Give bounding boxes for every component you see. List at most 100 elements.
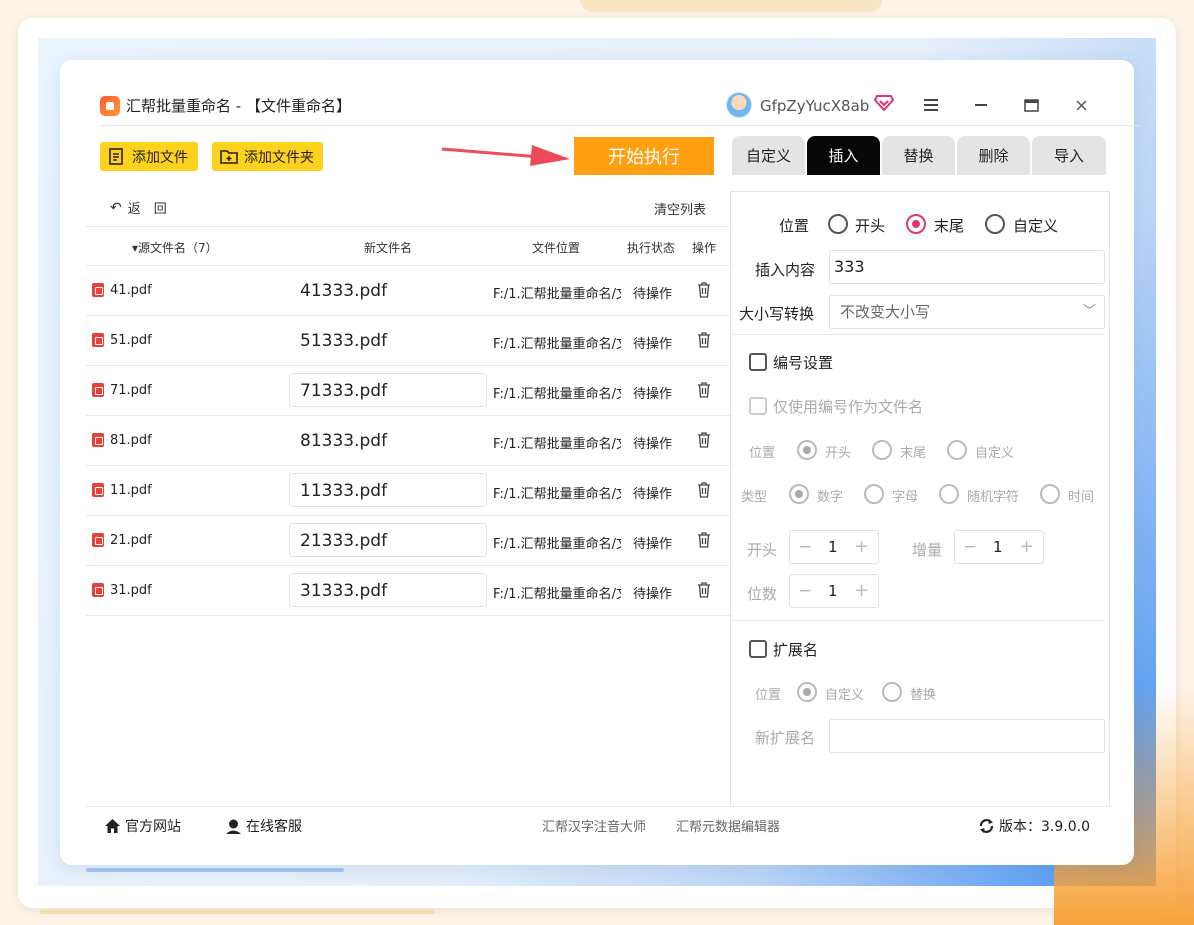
trash-icon[interactable] (696, 531, 712, 549)
add-file-button[interactable]: 添加文件 (100, 142, 198, 171)
step-value: 1 (993, 538, 1003, 556)
only-number-checkbox[interactable] (749, 397, 767, 415)
trash-icon[interactable] (696, 281, 712, 299)
ext-position-replace-radio[interactable] (882, 682, 902, 702)
table-row[interactable]: 41.pdf 41333.pdf F:/1.汇帮批量重命名/文件 待操作 (86, 266, 730, 316)
plus-icon[interactable]: + (854, 536, 869, 557)
avatar[interactable] (726, 92, 752, 118)
table-row[interactable]: 81.pdf 81333.pdf F:/1.汇帮批量重命名/文件 待操作 (86, 416, 730, 466)
close-icon[interactable] (1070, 94, 1092, 116)
app-logo-icon (100, 96, 120, 116)
tab-replace[interactable]: 替换 (882, 136, 955, 175)
type-time-label[interactable]: 时间 (1068, 486, 1094, 505)
start-stepper[interactable]: − 1 + (789, 530, 879, 564)
case-select-value: 不改变大小写 (840, 303, 931, 321)
type-time-radio[interactable] (1040, 484, 1060, 504)
table-row[interactable]: 21.pdf 21333.pdf F:/1.汇帮批量重命名/文件 待操作 (86, 516, 730, 566)
plus-icon[interactable]: + (854, 580, 869, 601)
new-filename[interactable]: 11333.pdf (289, 473, 487, 507)
minimize-icon[interactable] (970, 94, 992, 116)
clear-list-button[interactable]: 清空列表 (654, 199, 706, 218)
case-select[interactable]: 不改变大小写 ﹀ (829, 295, 1105, 329)
num-position-end-radio[interactable] (872, 440, 892, 460)
pdf-icon (92, 333, 104, 347)
minus-icon[interactable]: − (798, 581, 812, 601)
digits-stepper[interactable]: − 1 + (789, 574, 879, 608)
num-position-start-label[interactable]: 开头 (825, 442, 851, 461)
new-filename[interactable]: 71333.pdf (289, 373, 487, 407)
ext-position-custom-label[interactable]: 自定义 (825, 684, 864, 703)
table-row[interactable]: 31.pdf 31333.pdf F:/1.汇帮批量重命名/文件 待操作 (86, 566, 730, 616)
status-text: 待操作 (633, 437, 673, 452)
type-random-radio[interactable] (939, 484, 959, 504)
status-text: 待操作 (633, 487, 673, 502)
minus-icon[interactable]: − (963, 537, 977, 557)
table-row[interactable]: 51.pdf 51333.pdf F:/1.汇帮批量重命名/文件 待操作 (86, 316, 730, 366)
type-random-label[interactable]: 随机字符 (967, 486, 1019, 505)
back-label: 返 回 (127, 202, 167, 217)
step-stepper[interactable]: − 1 + (954, 530, 1044, 564)
trash-icon[interactable] (696, 481, 712, 499)
pinyin-tool-link[interactable]: 汇帮汉字注音大师 (542, 816, 646, 835)
trash-icon[interactable] (696, 331, 712, 349)
header-source[interactable]: ▾源文件名（7） (132, 239, 218, 256)
num-position-start-radio[interactable] (797, 440, 817, 460)
version-info[interactable]: 版本：3.9.0.0 (978, 816, 1090, 836)
position-end-radio[interactable] (906, 214, 926, 234)
table-row[interactable]: 11.pdf 11333.pdf F:/1.汇帮批量重命名/文件 待操作 (86, 466, 730, 516)
extension-checkbox[interactable] (749, 640, 767, 658)
new-filename[interactable]: 21333.pdf (289, 523, 487, 557)
new-filename[interactable]: 41333.pdf (289, 273, 487, 307)
minus-icon[interactable]: − (798, 537, 812, 557)
trash-icon[interactable] (696, 581, 712, 599)
insert-settings-panel: 位置 开头 末尾 自定义 插入内容 333 大小写转换 不改变大小写 ﹀ 编号设… (730, 191, 1110, 807)
type-letter-label[interactable]: 字母 (892, 486, 918, 505)
position-custom-radio[interactable] (985, 214, 1005, 234)
num-position-custom-label[interactable]: 自定义 (975, 442, 1014, 461)
menu-icon[interactable] (920, 94, 942, 116)
vip-diamond-icon[interactable] (874, 94, 894, 112)
back-button[interactable]: ↶ 返 回 (110, 198, 167, 218)
table-row[interactable]: 71.pdf 71333.pdf F:/1.汇帮批量重命名/文件 待操作 (86, 366, 730, 416)
ext-position-replace-label[interactable]: 替换 (910, 684, 936, 703)
tab-custom[interactable]: 自定义 (732, 136, 805, 175)
trash-icon[interactable] (696, 431, 712, 449)
username[interactable]: GfpZyYucX8ab (760, 96, 869, 116)
type-number-label[interactable]: 数字 (817, 486, 843, 505)
tab-delete[interactable]: 删除 (957, 136, 1030, 175)
new-filename[interactable]: 51333.pdf (289, 323, 487, 357)
status-text: 待操作 (633, 587, 673, 602)
type-letter-radio[interactable] (864, 484, 884, 504)
source-filename: 11.pdf (110, 483, 152, 498)
only-number-label[interactable]: 仅使用编号作为文件名 (773, 396, 923, 417)
ext-position-custom-radio[interactable] (797, 682, 817, 702)
add-folder-button[interactable]: 添加文件夹 (212, 142, 323, 171)
new-extension-input[interactable] (829, 719, 1105, 753)
trash-icon[interactable] (696, 381, 712, 399)
numbering-label[interactable]: 编号设置 (773, 352, 833, 373)
extension-label[interactable]: 扩展名 (773, 639, 818, 660)
metadata-editor-link[interactable]: 汇帮元数据编辑器 (676, 816, 780, 835)
plus-icon[interactable]: + (1019, 536, 1034, 557)
start-button[interactable]: 开始执行 (574, 137, 714, 175)
position-start-label[interactable]: 开头 (855, 215, 885, 236)
position-start-radio[interactable] (828, 214, 848, 234)
pdf-icon (92, 483, 104, 497)
support-link[interactable]: 在线客服 (225, 816, 302, 836)
num-position-custom-radio[interactable] (947, 440, 967, 460)
chevron-down-icon: ﹀ (1082, 304, 1096, 319)
tab-import[interactable]: 导入 (1032, 136, 1106, 175)
new-filename[interactable]: 31333.pdf (289, 573, 487, 607)
position-end-label[interactable]: 末尾 (934, 215, 964, 236)
tab-insert[interactable]: 插入 (807, 136, 880, 175)
website-link[interactable]: 官方网站 (104, 816, 181, 836)
num-position-end-label[interactable]: 末尾 (900, 442, 926, 461)
position-custom-label[interactable]: 自定义 (1013, 215, 1058, 236)
title-bar: 汇帮批量重命名 - 【文件重命名】 GfpZyYucX8ab (60, 60, 1134, 126)
new-filename[interactable]: 81333.pdf (289, 423, 487, 457)
insert-content-input[interactable]: 333 (829, 250, 1105, 284)
type-number-radio[interactable] (789, 484, 809, 504)
numbering-checkbox[interactable] (749, 353, 767, 371)
website-label: 官方网站 (125, 819, 181, 835)
maximize-icon[interactable] (1020, 94, 1042, 116)
